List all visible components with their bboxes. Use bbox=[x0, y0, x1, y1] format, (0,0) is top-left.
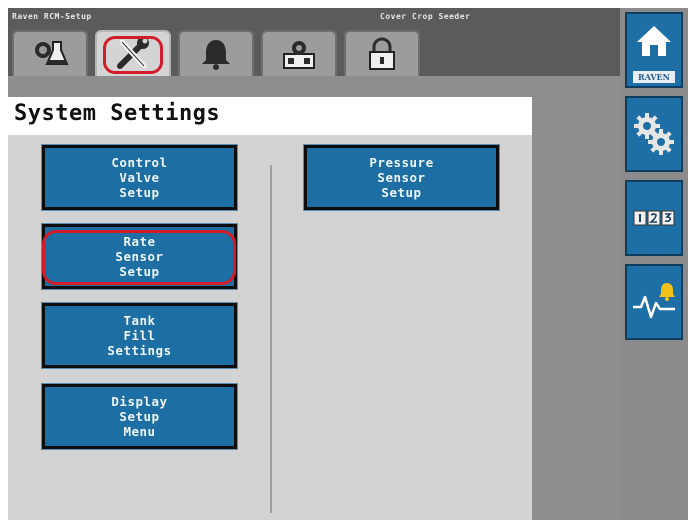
tools-wrench-screwdriver-icon bbox=[117, 37, 149, 69]
right-sidebar: RAVEN bbox=[620, 8, 688, 520]
diagnostics-button[interactable] bbox=[625, 264, 683, 340]
pressure-sensor-setup-button[interactable]: Pressure Sensor Setup bbox=[303, 144, 500, 211]
app-title: Raven RCM-Setup bbox=[12, 12, 92, 21]
tab-alarms[interactable] bbox=[178, 30, 254, 76]
button-label-line: Menu bbox=[123, 424, 156, 439]
home-button[interactable]: RAVEN bbox=[625, 12, 683, 88]
button-label-line: Display bbox=[111, 394, 168, 409]
button-label-line: Setup bbox=[119, 185, 160, 200]
tank-fill-settings-button[interactable]: Tank Fill Settings bbox=[41, 302, 238, 369]
button-label-line: Settings bbox=[107, 343, 172, 358]
button-label-line: Fill bbox=[123, 328, 156, 343]
diagnostics-alarm-icon bbox=[633, 283, 675, 319]
tab-lock[interactable] bbox=[344, 30, 420, 76]
button-label-line: Rate bbox=[123, 234, 156, 249]
numeric-keypad-icon bbox=[633, 210, 675, 226]
page-title: System Settings bbox=[14, 101, 221, 126]
product-flask-icon bbox=[35, 41, 69, 65]
settings-button[interactable] bbox=[625, 96, 683, 172]
tab-machine[interactable] bbox=[261, 30, 337, 76]
column-divider bbox=[270, 165, 272, 513]
machine-name: Cover Crop Seeder bbox=[380, 12, 471, 21]
tab-product[interactable] bbox=[12, 30, 88, 76]
home-icon bbox=[637, 26, 671, 56]
button-label-line: Pressure bbox=[369, 155, 434, 170]
button-label-line: Sensor bbox=[377, 170, 426, 185]
button-label-line: Setup bbox=[119, 264, 160, 279]
control-valve-setup-button[interactable]: Control Valve Setup bbox=[41, 144, 238, 211]
raven-brand-label: RAVEN bbox=[633, 71, 675, 83]
page-header: System Settings bbox=[8, 97, 532, 135]
lock-icon bbox=[369, 37, 395, 70]
rate-sensor-setup-button[interactable]: Rate Sensor Setup bbox=[41, 223, 238, 290]
numeric-keypad-button[interactable] bbox=[625, 180, 683, 256]
display-setup-menu-button[interactable]: Display Setup Menu bbox=[41, 383, 238, 450]
button-label-line: Setup bbox=[381, 185, 422, 200]
machine-gear-icon bbox=[283, 41, 315, 69]
button-label-line: Sensor bbox=[115, 249, 164, 264]
alarm-bell-icon bbox=[202, 40, 230, 70]
button-label-line: Setup bbox=[119, 409, 160, 424]
tab-bar bbox=[12, 30, 420, 76]
settings-gears-icon bbox=[634, 113, 674, 155]
settings-panel: Control Valve Setup Pressure Sensor Setu… bbox=[8, 135, 532, 520]
button-label-line: Control bbox=[111, 155, 168, 170]
button-label-line: Tank bbox=[123, 313, 156, 328]
terminal-screen: Raven RCM-Setup Cover Crop Seeder System… bbox=[8, 8, 688, 520]
top-bar: Raven RCM-Setup Cover Crop Seeder bbox=[8, 8, 620, 76]
button-label-line: Valve bbox=[119, 170, 160, 185]
tab-tools[interactable] bbox=[95, 30, 171, 76]
